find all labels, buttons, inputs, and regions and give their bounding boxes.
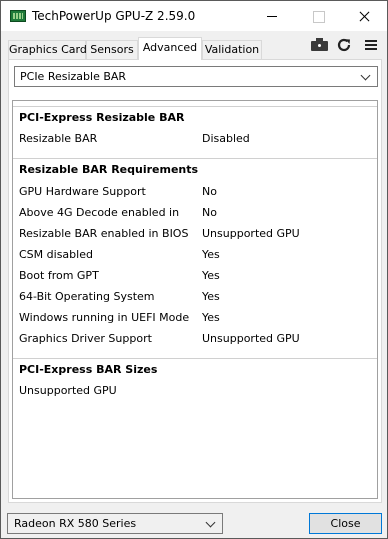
detail-row: Windows running in UEFI Mode Yes [13, 311, 377, 332]
title-bar: TechPowerUp GPU-Z 2.59.0 [1, 1, 387, 31]
detail-row: Graphics Driver Support Unsupported GPU [13, 332, 377, 353]
divider [13, 358, 377, 359]
camera-icon[interactable] [310, 37, 330, 53]
advanced-panel: PCIe Resizable BAR PCI-Express Resizable… [8, 59, 382, 503]
close-window-button[interactable] [341, 1, 387, 31]
detail-value: Unsupported GPU [202, 332, 300, 345]
detail-value: Yes [202, 269, 220, 282]
detail-row: Above 4G Decode enabled in No [13, 206, 377, 227]
close-button[interactable]: Close [309, 513, 382, 534]
chevron-down-icon [203, 516, 219, 531]
detail-label: CSM disabled [19, 248, 93, 261]
detail-value: Yes [202, 248, 220, 261]
detail-row: Resizable BAR Disabled [13, 132, 377, 153]
detail-label: Above 4G Decode enabled in [19, 206, 180, 219]
detail-row: GPU Hardware Support No [13, 185, 377, 206]
refresh-icon[interactable] [336, 37, 356, 53]
section-heading-requirements: Resizable BAR Requirements [19, 163, 199, 176]
tab-sensors[interactable]: Sensors [86, 40, 138, 59]
detail-row: 64-Bit Operating System Yes [13, 290, 377, 311]
chevron-down-icon [358, 69, 374, 84]
gpu-select-value: Radeon RX 580 Series [14, 517, 137, 530]
gpu-select[interactable]: Radeon RX 580 Series [7, 513, 223, 534]
minimize-button[interactable] [249, 1, 295, 31]
detail-row: CSM disabled Yes [13, 248, 377, 269]
detail-value: Disabled [202, 132, 250, 145]
detail-value: Unsupported GPU [202, 227, 300, 240]
window-title: TechPowerUp GPU-Z 2.59.0 [32, 9, 196, 23]
gpu-z-window: TechPowerUp GPU-Z 2.59.0 Graphics Card S… [0, 0, 388, 539]
tab-validation[interactable]: Validation [202, 40, 262, 59]
divider [13, 106, 377, 107]
detail-row: Unsupported GPU [13, 384, 377, 405]
details-list: PCI-Express Resizable BAR Resizable BAR … [12, 100, 378, 499]
tab-advanced[interactable]: Advanced [138, 37, 202, 60]
detail-label: Windows running in UEFI Mode [19, 311, 190, 324]
divider [13, 158, 377, 159]
detail-label: Resizable BAR [19, 132, 98, 145]
section-select-value: PCIe Resizable BAR [20, 70, 127, 83]
hamburger-menu-icon[interactable] [363, 37, 383, 53]
detail-label: 64-Bit Operating System [19, 290, 155, 303]
app-icon [10, 10, 26, 22]
detail-label: Resizable BAR enabled in BIOS [19, 227, 189, 240]
detail-value: No [202, 185, 217, 198]
bar-sizes-text: Unsupported GPU [19, 384, 117, 397]
detail-value: Yes [202, 290, 220, 303]
section-heading-pcie-bar: PCI-Express Resizable BAR [19, 111, 185, 124]
detail-value: No [202, 206, 217, 219]
detail-label: Boot from GPT [19, 269, 99, 282]
detail-value: Yes [202, 311, 220, 324]
section-heading-bar-sizes: PCI-Express BAR Sizes [19, 363, 158, 376]
detail-label: GPU Hardware Support [19, 185, 146, 198]
detail-row: Resizable BAR enabled in BIOS Unsupporte… [13, 227, 377, 248]
maximize-button [295, 1, 341, 31]
tab-graphics-card[interactable]: Graphics Card [8, 40, 87, 59]
detail-label: Graphics Driver Support [19, 332, 152, 345]
section-select[interactable]: PCIe Resizable BAR [14, 66, 378, 87]
detail-row: Boot from GPT Yes [13, 269, 377, 290]
